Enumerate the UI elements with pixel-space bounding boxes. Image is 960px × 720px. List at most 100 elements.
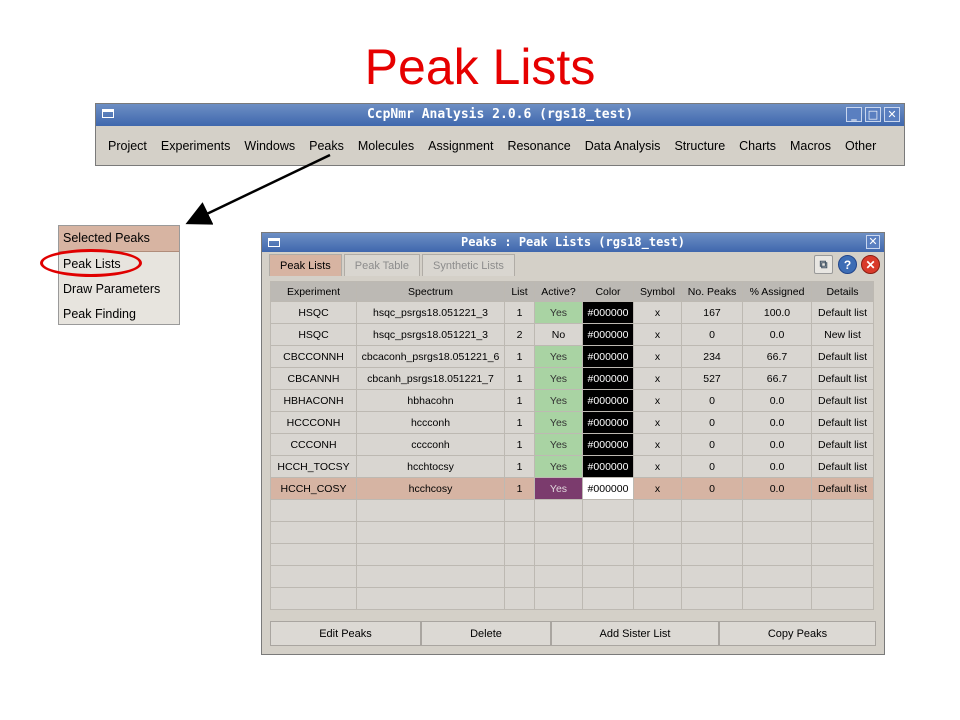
table-cell[interactable]: cbcanh_psrgs18.051221_7 [356,367,505,390]
table-cell[interactable]: cbcaconh_psrgs18.051221_6 [356,345,505,368]
menu-item-peak-finding[interactable]: Peak Finding [59,302,179,327]
table-cell[interactable]: Yes [534,477,583,500]
empty-cell[interactable] [356,521,505,544]
menu-item-selected-peaks[interactable]: Selected Peaks [59,226,179,252]
table-row[interactable]: CBCCONNH cbcaconh_psrgs18.051221_6 1 Yes #00… [270,345,874,368]
table-cell[interactable]: #000000 [582,411,634,434]
table-cell[interactable]: #000000 [582,301,634,324]
empty-cell[interactable] [534,543,583,566]
empty-cell[interactable] [504,521,535,544]
empty-cell[interactable] [742,521,812,544]
table-cell[interactable]: Yes [534,301,583,324]
empty-row[interactable] [270,587,874,610]
table-cell[interactable]: 0.0 [742,455,812,478]
table-cell[interactable]: 0 [681,455,743,478]
table-cell[interactable]: x [633,433,682,456]
table-row[interactable]: HCCCONH hccconh 1 Yes #000000 x 0 0.0 Default li… [270,411,874,434]
table-row[interactable]: HSQC hsqc_psrgs18.051221_3 1 Yes #000000 x 167… [270,301,874,324]
empty-cell[interactable] [811,499,874,522]
table-row[interactable]: HCCH_COSY hcchcosy 1 Yes #000000 x 0 0.0 Default… [270,477,874,500]
table-cell[interactable]: Yes [534,411,583,434]
table-cell[interactable]: hbhacohn [356,389,505,412]
table-cell[interactable]: Default list [811,477,874,500]
table-cell[interactable]: #000000 [582,345,634,368]
tab-peak-table[interactable]: Peak Table [343,254,420,276]
table-cell[interactable]: 1 [504,367,535,390]
table-cell[interactable]: CBCANNH [270,367,357,390]
table-cell[interactable]: #000000 [582,477,634,500]
empty-cell[interactable] [681,565,743,588]
table-cell[interactable]: Yes [534,367,583,390]
table-cell[interactable]: #000000 [582,323,634,346]
table-cell[interactable]: 167 [681,301,743,324]
column-header[interactable]: Experiment [270,281,357,302]
table-cell[interactable]: 1 [504,345,535,368]
table-cell[interactable]: HSQC [270,301,357,324]
table-cell[interactable]: 1 [504,455,535,478]
empty-cell[interactable] [534,587,583,610]
empty-cell[interactable] [534,499,583,522]
empty-cell[interactable] [633,565,682,588]
table-cell[interactable]: 0.0 [742,433,812,456]
table-cell[interactable]: x [633,301,682,324]
table-cell[interactable]: Default list [811,411,874,434]
delete-button[interactable]: Delete [421,621,551,646]
empty-cell[interactable] [504,499,535,522]
table-cell[interactable]: Yes [534,433,583,456]
close-icon[interactable]: ✕ [866,235,880,249]
table-row[interactable]: HCCH_TOCSY hcchtocsy 1 Yes #000000 x 0 0.0 Defau… [270,455,874,478]
empty-cell[interactable] [270,565,357,588]
column-header[interactable]: List [504,281,535,302]
column-header[interactable]: Spectrum [356,281,505,302]
empty-cell[interactable] [742,587,812,610]
table-cell[interactable]: x [633,455,682,478]
column-header[interactable]: Symbol [633,281,682,302]
table-cell[interactable]: 66.7 [742,367,812,390]
empty-cell[interactable] [742,565,812,588]
empty-cell[interactable] [633,543,682,566]
table-cell[interactable]: 234 [681,345,743,368]
empty-cell[interactable] [811,587,874,610]
table-cell[interactable]: Default list [811,345,874,368]
menu-item-draw-parameters[interactable]: Draw Parameters [59,277,179,302]
table-cell[interactable]: 100.0 [742,301,812,324]
peaks-titlebar[interactable]: Peaks : Peak Lists (rgs18_test) ✕ [262,233,884,252]
help-icon[interactable]: ? [838,255,857,274]
column-header[interactable]: % Assigned [742,281,812,302]
table-cell[interactable]: Default list [811,301,874,324]
table-row[interactable]: HBHACONH hbhacohn 1 Yes #000000 x 0 0.0 Default … [270,389,874,412]
table-cell[interactable]: 0 [681,477,743,500]
table-cell[interactable]: CBCCONNH [270,345,357,368]
empty-cell[interactable] [681,521,743,544]
empty-cell[interactable] [811,521,874,544]
empty-cell[interactable] [270,521,357,544]
table-cell[interactable]: Default list [811,389,874,412]
table-cell[interactable]: 2 [504,323,535,346]
table-cell[interactable]: 1 [504,433,535,456]
empty-cell[interactable] [356,565,505,588]
empty-cell[interactable] [504,565,535,588]
table-cell[interactable]: x [633,367,682,390]
table-cell[interactable]: 527 [681,367,743,390]
table-cell[interactable]: 0 [681,323,743,346]
table-row[interactable]: CBCANNH cbcanh_psrgs18.051221_7 1 Yes #00000… [270,367,874,390]
empty-cell[interactable] [633,499,682,522]
table-row[interactable]: CCCONH cccconh 1 Yes #000000 x 0 0.0 Default lis… [270,433,874,456]
table-cell[interactable]: 0.0 [742,411,812,434]
empty-cell[interactable] [356,587,505,610]
empty-cell[interactable] [681,587,743,610]
table-cell[interactable]: x [633,477,682,500]
table-cell[interactable]: 0.0 [742,323,812,346]
empty-cell[interactable] [534,521,583,544]
tab-peak-lists[interactable]: Peak Lists [269,254,342,276]
table-cell[interactable]: hcchcosy [356,477,505,500]
column-header[interactable]: Active? [534,281,583,302]
table-cell[interactable]: Yes [534,455,583,478]
empty-cell[interactable] [811,565,874,588]
table-cell[interactable]: Yes [534,345,583,368]
column-header[interactable]: Color [582,281,634,302]
empty-cell[interactable] [270,543,357,566]
empty-row[interactable] [270,543,874,566]
table-cell[interactable]: Default list [811,455,874,478]
table-cell[interactable]: HCCCONH [270,411,357,434]
